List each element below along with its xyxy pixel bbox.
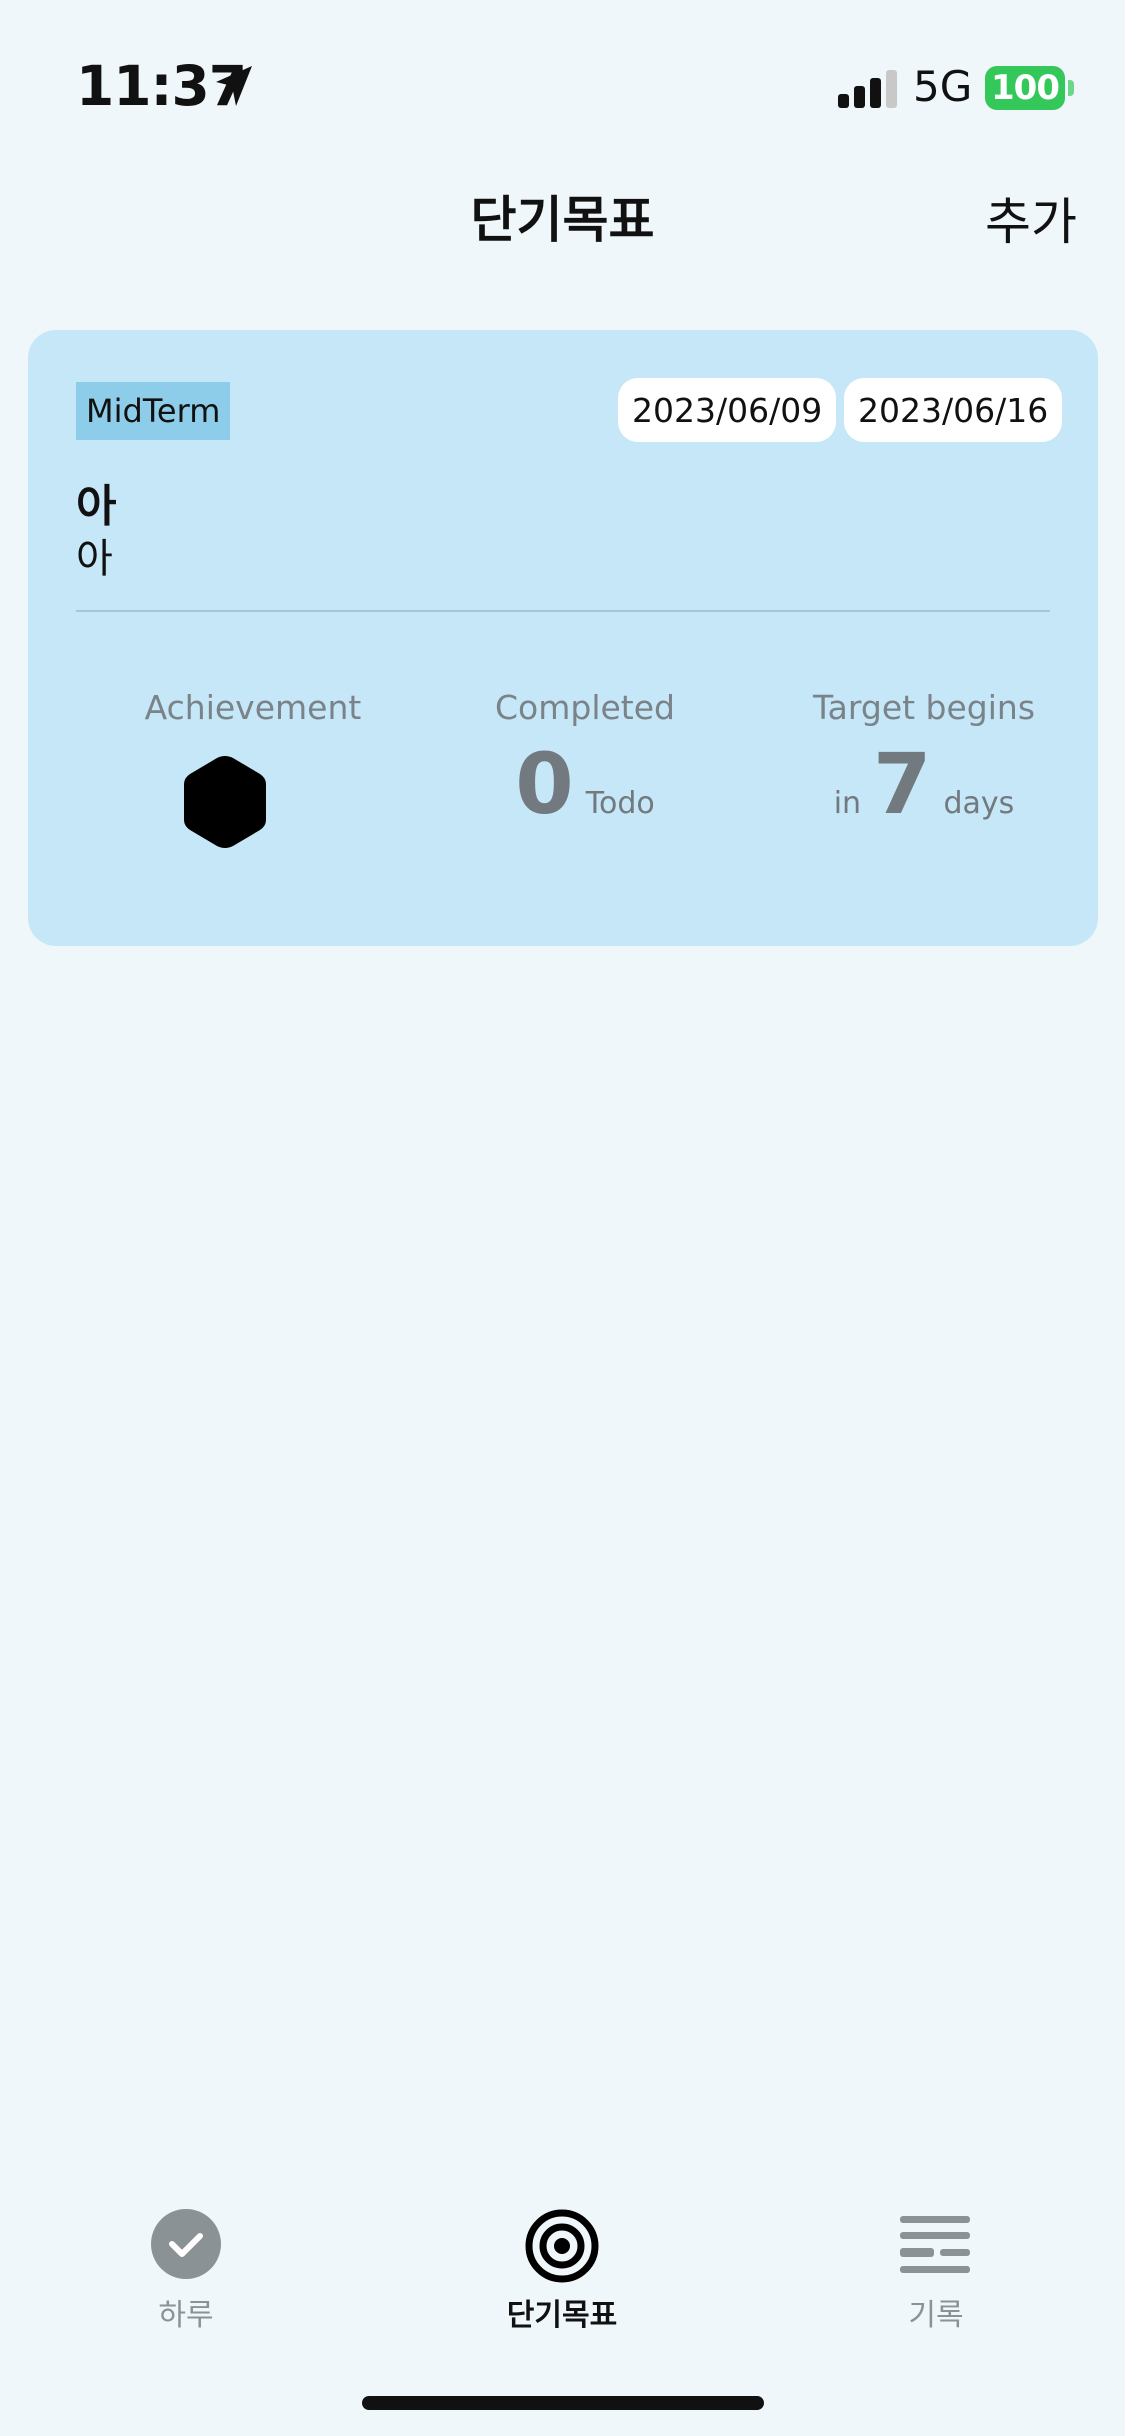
- end-date-pill: 2023/06/16: [844, 378, 1063, 442]
- battery-tip: [1068, 80, 1074, 96]
- target-prefix: in: [833, 786, 862, 821]
- tab-record[interactable]: 기록: [816, 2190, 1056, 2334]
- tab-record-label: 기록: [908, 2298, 964, 2333]
- tab-day[interactable]: 하루: [66, 2190, 306, 2334]
- start-date-pill: 2023/06/09: [618, 378, 837, 442]
- goal-description: 아: [76, 536, 113, 582]
- page-title: 단기목표: [470, 191, 655, 249]
- tab-goal[interactable]: 단기목표: [442, 2190, 682, 2334]
- card-divider: [76, 610, 1050, 612]
- list-lines-icon: [900, 2216, 970, 2273]
- add-button[interactable]: 추가: [985, 182, 1077, 254]
- check-circle-icon: [151, 2209, 221, 2279]
- goal-card[interactable]: MidTerm 2023/06/09 2023/06/16 아 아 Achiev…: [28, 330, 1098, 946]
- goal-title: 아: [76, 481, 117, 532]
- completed-label: Completed: [495, 688, 675, 727]
- achievement-label: Achievement: [144, 688, 362, 727]
- battery-icon: 100: [985, 66, 1065, 110]
- target-icon: [525, 2209, 599, 2283]
- target-value: 7: [873, 735, 932, 833]
- tab-day-label: 하루: [158, 2298, 214, 2333]
- home-indicator[interactable]: [362, 2396, 764, 2410]
- completed-count: 0 Todo: [418, 742, 752, 826]
- target-countdown: in 7 days: [748, 742, 1100, 826]
- target-begins-label: Target begins: [812, 688, 1036, 727]
- signal-icon: [838, 70, 897, 108]
- battery-level: 100: [991, 68, 1060, 108]
- location-arrow-icon: [216, 66, 252, 106]
- completed-unit: Todo: [585, 786, 655, 821]
- status-bar: 11:37 5G 100: [0, 0, 1125, 140]
- goal-type-badge: MidTerm: [76, 382, 231, 440]
- tab-bar: 하루 단기목표 기록: [0, 2190, 1125, 2333]
- target-unit: days: [943, 786, 1015, 821]
- tab-goal-label: 단기목표: [506, 2298, 618, 2333]
- completed-value: 0: [515, 735, 574, 833]
- network-type: 5G: [913, 62, 973, 111]
- hexagon-icon: [184, 756, 266, 848]
